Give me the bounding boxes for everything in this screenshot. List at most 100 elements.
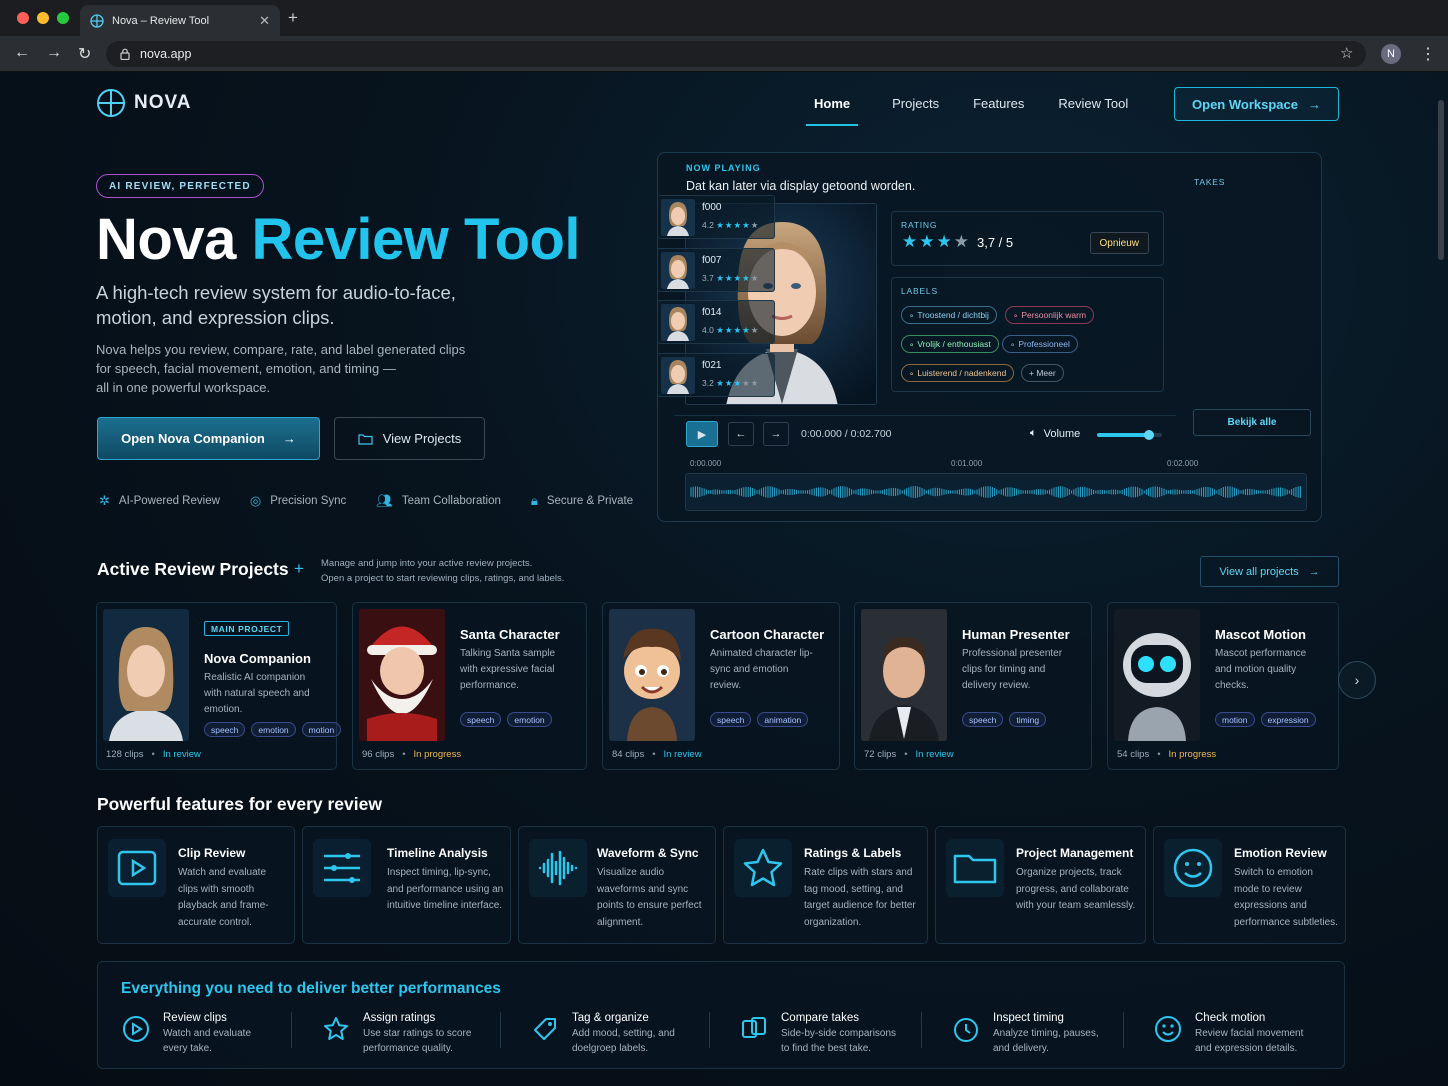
project-tag[interactable]: animation — [757, 712, 809, 727]
labels-label: LABELS — [901, 286, 938, 296]
minimize-window-button[interactable] — [37, 12, 49, 24]
feature-card[interactable]: Timeline Analysis Inspect timing, lip-syn… — [302, 826, 511, 944]
step-forward-button[interactable]: → — [763, 422, 789, 446]
add-project-icon[interactable]: + — [294, 559, 304, 579]
label-tag[interactable]: ∘ Luisterend / nadenkend — [901, 364, 1015, 382]
label-tag[interactable]: ∘ Vrolijk / enthousiast — [901, 335, 999, 353]
feature-card[interactable]: Clip Review Watch and evaluate clips with… — [97, 826, 295, 944]
project-tag[interactable]: speech — [460, 712, 502, 727]
feature-secure: 🔒︎ Secure & Private — [531, 493, 633, 509]
reload-icon[interactable]: ↻ — [78, 44, 91, 64]
project-card[interactable]: Santa Character Talking Santa sample with… — [352, 602, 587, 770]
feature-title: Ratings & Labels — [804, 846, 902, 860]
menu-kebab-icon[interactable]: ⋮ — [1420, 44, 1436, 64]
new-tab-icon[interactable]: + — [288, 8, 298, 28]
address-bar-row: ← → ↻ nova.app ☆ N ⋮ — [0, 36, 1448, 72]
feature-card[interactable]: Ratings & Labels Rate clips with stars an… — [723, 826, 928, 944]
nav-features[interactable]: Features — [956, 94, 1041, 126]
take-item[interactable]: f021 3.2 ★★★★★ — [657, 353, 775, 397]
feature-label: Secure & Private — [546, 495, 634, 507]
take-item[interactable]: f000 4.2 ★★★★★ — [657, 195, 775, 239]
browser-tab[interactable]: Nova – Review Tool ✕ — [80, 5, 280, 36]
benefit-title: Review clips — [163, 1012, 227, 1024]
maximize-window-button[interactable] — [57, 12, 69, 24]
speaker-icon: 🔈︎ — [1030, 427, 1037, 439]
label-tag[interactable]: ∘ Professioneel — [1002, 335, 1078, 353]
feature-description: Visualize audio waveforms and sync point… — [597, 867, 702, 928]
profile-avatar[interactable]: N — [1381, 44, 1401, 64]
bookmark-star-icon[interactable]: ☆ — [1340, 44, 1353, 62]
benefit-item: Assign ratings Use star ratings to score p… — [321, 1012, 471, 1056]
volume-handle[interactable] — [1144, 430, 1154, 440]
feature-card[interactable]: Project Management Organize projects, tra… — [935, 826, 1146, 944]
more-labels-button[interactable]: + Meer — [1021, 364, 1064, 382]
project-card[interactable]: Mascot Motion Mascot performance and moti… — [1107, 602, 1339, 770]
sparkle-icon: ✲ — [99, 493, 110, 508]
project-tag[interactable]: motion — [1215, 712, 1255, 727]
view-all-projects-button[interactable]: View all projects → — [1200, 556, 1339, 587]
clip-count: 96 clips — [362, 749, 395, 760]
project-tag[interactable]: emotion — [251, 722, 296, 737]
volume-slider[interactable] — [1097, 430, 1162, 440]
primary-button-label: Open Nova Companion — [121, 431, 265, 446]
nav-review-tool[interactable]: Review Tool — [1041, 94, 1145, 126]
take-score: 4.2 ★★★★★ — [702, 220, 759, 231]
project-thumbnail — [609, 609, 695, 741]
view-all-takes-button[interactable]: Bekijk alle — [1193, 409, 1311, 436]
benefit-desc-line: and expression details. — [1195, 1043, 1298, 1054]
step-back-button[interactable]: ← — [728, 422, 754, 446]
back-icon[interactable]: ← — [14, 44, 30, 62]
take-item[interactable]: f014 4.0 ★★★★★ — [657, 300, 775, 344]
project-tags: speech emotion — [460, 712, 552, 727]
project-title: Santa Character — [460, 627, 560, 642]
nav-projects[interactable]: Projects — [875, 94, 956, 126]
close-window-button[interactable] — [17, 12, 29, 24]
carousel-next-button[interactable]: › — [1338, 661, 1376, 699]
divider — [921, 1012, 922, 1048]
project-tag[interactable]: speech — [204, 722, 246, 737]
close-tab-icon[interactable]: ✕ — [259, 13, 270, 29]
project-tag[interactable]: speech — [710, 712, 752, 727]
nav-home[interactable]: Home — [806, 94, 859, 126]
feature-description: Watch and evaluate clips with smooth pla… — [178, 867, 269, 928]
project-tag[interactable]: speech — [962, 712, 1004, 727]
feature-title: Emotion Review — [1234, 846, 1327, 860]
project-tag[interactable]: motion — [301, 722, 342, 737]
retry-button[interactable]: Opnieuw — [1089, 232, 1149, 254]
feature-card[interactable]: Waveform & Sync Visualize audio waveforms… — [518, 826, 716, 944]
project-tag[interactable]: timing — [1009, 712, 1047, 727]
forward-icon[interactable]: → — [46, 44, 62, 62]
separator-dot: • — [1157, 749, 1161, 760]
url-field[interactable]: nova.app — [106, 41, 1366, 67]
folder-icon — [358, 433, 373, 445]
play-button[interactable]: ▶ — [686, 421, 718, 447]
view-projects-button[interactable]: View Projects — [334, 417, 485, 460]
label-tag[interactable]: ∘ Persoonlijk warm — [1005, 306, 1095, 324]
clock-icon — [951, 1014, 981, 1044]
tag-text: Luisterend / nadenkend — [917, 368, 1007, 378]
scrollbar[interactable] — [1438, 100, 1444, 260]
waveform-timeline[interactable]: 0:00.000 0:01.000 0:02.000 — [685, 459, 1310, 514]
benefit-item: Inspect timing Analyze timing, pauses, and… — [951, 1012, 1099, 1056]
project-card[interactable]: MAIN PROJECT Nova Companion Realistic AI c… — [96, 602, 342, 770]
rating-panel: RATING ★★★★ 3,7 / 5 Opnieuw — [891, 211, 1164, 266]
project-title: Mascot Motion — [1215, 627, 1306, 642]
rating-stars[interactable]: ★★★★ 3,7 / 5 — [902, 232, 1013, 252]
feature-card[interactable]: Emotion Review Switch to emotion mode to … — [1153, 826, 1346, 944]
open-workspace-button[interactable]: Open Workspace → — [1174, 87, 1339, 121]
take-item[interactable]: f007 3.7 ★★★★★ — [657, 248, 775, 292]
label-tag[interactable]: ∘ Troostend / dichtbij — [901, 306, 997, 324]
project-footer: 54 clips • In progress — [1117, 749, 1216, 760]
feature-description: Switch to emotion mode to review express… — [1234, 867, 1338, 928]
project-title: Cartoon Character — [710, 627, 825, 642]
hero-feature-row: ✲ AI-Powered Review ◎ Precision Sync 👥︎ Tea… — [99, 493, 633, 509]
projects-note: Manage and jump into your active review … — [321, 557, 564, 586]
star-rating-icon[interactable]: ★★★★ — [902, 232, 971, 252]
project-tag[interactable]: emotion — [507, 712, 552, 727]
project-tag[interactable]: expression — [1260, 712, 1316, 727]
open-nova-companion-button[interactable]: Open Nova Companion → — [97, 417, 320, 460]
project-card[interactable]: Human Presenter Professional presenter cl… — [854, 602, 1092, 770]
take-score: 3.2 ★★★★★ — [702, 378, 759, 389]
project-card[interactable]: Cartoon Character Animated character lip-… — [602, 602, 840, 770]
logo[interactable]: NOVA — [96, 88, 191, 118]
